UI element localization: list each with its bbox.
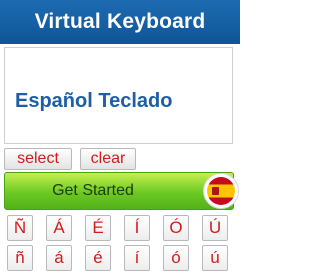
text-editor[interactable]: Español Teclado	[4, 47, 233, 144]
app-header: Virtual Keyboard	[0, 0, 240, 44]
key-upper-e-acute[interactable]: É	[85, 215, 111, 241]
flag-emblem	[212, 187, 219, 195]
key-lower-o-acute[interactable]: ó	[163, 245, 189, 271]
get-started-label: Get Started	[52, 182, 134, 199]
get-started-button[interactable]: Get Started	[4, 172, 234, 210]
key-lower-u-acute[interactable]: ú	[202, 245, 228, 271]
key-upper-i-acute[interactable]: Í	[124, 215, 150, 241]
key-upper-n-tilde[interactable]: Ñ	[7, 215, 33, 241]
app-title: Virtual Keyboard	[34, 10, 206, 33]
editor-text: Español Teclado	[15, 90, 173, 112]
select-button[interactable]: select	[4, 148, 72, 170]
key-lower-n-tilde[interactable]: ñ	[7, 245, 33, 271]
key-upper-o-acute[interactable]: Ó	[163, 215, 189, 241]
spain-flag-icon[interactable]	[203, 173, 239, 209]
key-upper-u-acute[interactable]: Ú	[202, 215, 228, 241]
key-lower-a-acute[interactable]: á	[46, 245, 72, 271]
clear-button[interactable]: clear	[80, 148, 136, 170]
flag-stripes	[207, 177, 235, 205]
key-upper-a-acute[interactable]: Á	[46, 215, 72, 241]
key-lower-e-acute[interactable]: é	[85, 245, 111, 271]
key-lower-i-acute[interactable]: í	[124, 245, 150, 271]
